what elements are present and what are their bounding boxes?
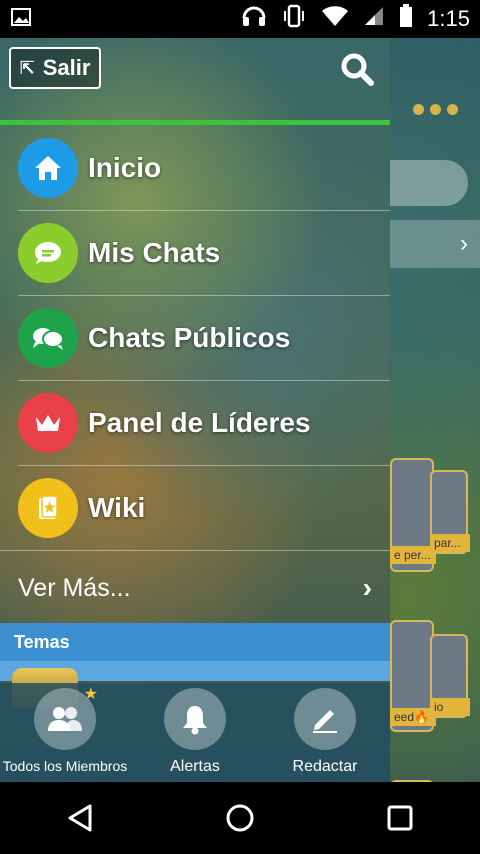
menu-item-label: Chats Públicos [88,321,291,353]
menu-item-label: Inicio [88,151,162,183]
exit-arrow-icon: ⇱ [19,57,35,78]
menu-item-panel-lideres[interactable]: Panel de Líderes [0,380,390,465]
navigation-bar [0,782,480,854]
menu-item-label: Panel de Líderes [88,406,311,438]
menu-item-inicio[interactable]: Inicio [0,125,390,210]
search-icon[interactable] [340,52,374,86]
compose-label: Redactar [292,758,358,775]
star-badge-icon: ★ [83,686,98,703]
bell-icon [164,688,226,750]
more-options-icon[interactable] [413,104,458,115]
image-icon [10,6,32,33]
signal-icon [363,5,385,33]
menu-item-label: Mis Chats [88,236,221,268]
alerts-button[interactable]: Alertas [130,683,260,776]
all-members-label: Todos los Miembros [2,758,128,774]
exit-label: Salir [42,55,91,80]
home-icon [18,137,78,198]
recents-icon[interactable] [380,798,420,838]
home-nav-icon[interactable] [220,798,260,838]
battery-icon [399,4,413,34]
alerts-label: Alertas [170,758,220,775]
group-chat-icon [18,307,78,368]
chat-bubble-icon [18,222,78,283]
chevron-right-icon: › [362,572,372,603]
background-search-pill[interactable] [390,160,468,206]
clock-time: 1:15 [427,6,470,31]
background-caption: par... [430,534,470,552]
exit-button[interactable]: ⇱ Salir [9,47,101,89]
see-more-label: Ver Más... [18,573,131,602]
see-more-row[interactable]: Ver Más... › [0,550,390,625]
drawer-bottom-bar: ★ Todos los Miembros Alertas Redactar [0,683,390,782]
back-icon[interactable] [60,798,100,838]
members-icon: ★ [34,686,98,750]
drawer-menu: Inicio Mis Chats Chats Públicos Panel de… [0,125,390,550]
background-banner[interactable]: › [390,220,480,268]
wifi-icon [321,5,349,33]
topics-header: Temas [0,623,390,661]
navigation-drawer: ⇱ Salir Inicio Mis Chats Chats Públicos [0,38,390,782]
compose-button[interactable]: Redactar [260,683,390,776]
status-bar: 1:15 [0,0,480,38]
menu-item-label: Wiki [88,491,146,523]
chevron-right-icon: › [460,230,468,257]
menu-item-wiki[interactable]: Wiki [0,465,390,550]
vibrate-icon [281,4,307,34]
wiki-star-icon [18,477,78,538]
all-members-button[interactable]: ★ Todos los Miembros [0,683,130,774]
drawer-header: ⇱ Salir [0,38,390,120]
crown-icon [18,392,78,453]
menu-item-chats-publicos[interactable]: Chats Públicos [0,295,390,380]
menu-item-mis-chats[interactable]: Mis Chats [0,210,390,295]
headphones-icon [241,4,267,34]
pencil-icon [294,688,356,750]
background-caption: io [430,698,470,716]
